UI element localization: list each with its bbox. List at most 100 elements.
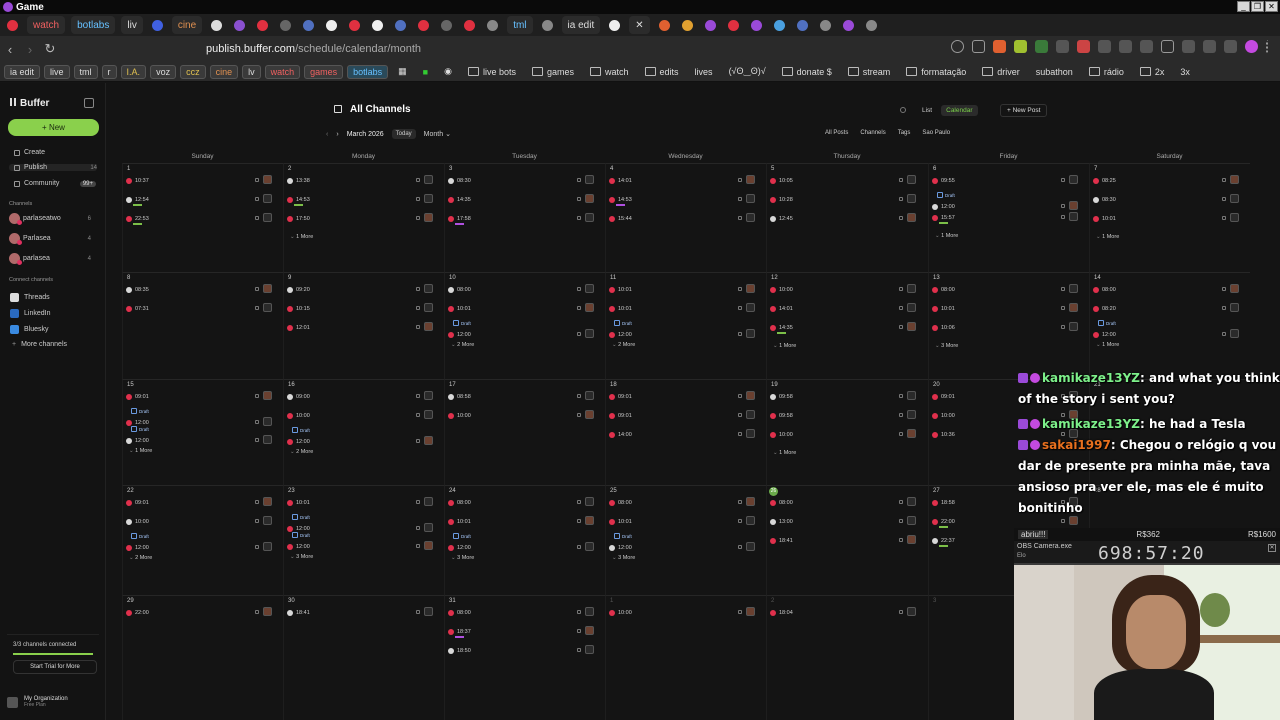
post-item[interactable]: 12:45: [770, 213, 918, 224]
zoom-icon[interactable]: [951, 40, 964, 53]
tab-favicon[interactable]: [725, 16, 742, 34]
post-item[interactable]: 18:04: [770, 607, 918, 618]
tab-favicon[interactable]: [863, 16, 880, 34]
post-item[interactable]: 12:00: [126, 435, 274, 446]
more-posts-link[interactable]: 3 More: [612, 555, 635, 561]
tab-favicon[interactable]: [656, 16, 673, 34]
extension-icon[interactable]: [1035, 40, 1048, 53]
today-button[interactable]: Today: [391, 129, 416, 139]
view-select[interactable]: Month ⌄: [424, 130, 451, 138]
post-item[interactable]: 12:01: [287, 322, 435, 333]
post-item[interactable]: 08:58: [448, 391, 596, 402]
tab-close-icon[interactable]: ✕: [629, 16, 650, 34]
day-cell[interactable]: 2310:01Draft12:00Draft12:003 More: [283, 485, 444, 595]
post-item[interactable]: 10:01: [932, 303, 1080, 314]
post-item[interactable]: 10:00: [770, 284, 918, 295]
tab-favicon[interactable]: [300, 16, 317, 34]
more-posts-link[interactable]: 2 More: [129, 555, 152, 561]
post-item[interactable]: 08:00: [770, 497, 918, 508]
extension-icon[interactable]: [1224, 40, 1237, 53]
post-item[interactable]: 18:41: [770, 535, 918, 546]
menu-icon[interactable]: [1266, 40, 1270, 53]
post-item[interactable]: 08:00: [448, 284, 596, 295]
day-cell[interactable]: 1509:01Draft12:00Draft12:001 More: [122, 379, 283, 485]
sidebar-icon[interactable]: [1161, 40, 1174, 53]
bookmark[interactable]: ccz: [180, 64, 206, 79]
url-field[interactable]: publish.buffer.com/schedule/calendar/mon…: [206, 43, 421, 55]
tab-cine[interactable]: cine: [171, 16, 203, 34]
post-item[interactable]: 10:01: [609, 303, 757, 314]
more-posts-link[interactable]: 1 More: [1096, 234, 1119, 240]
bookmark[interactable]: cine: [209, 64, 239, 79]
tab-favicon[interactable]: [277, 16, 294, 34]
bookmark-icon[interactable]: ◉: [438, 64, 458, 79]
extension-icon[interactable]: [1014, 40, 1027, 53]
bookmark[interactable]: watch: [264, 64, 301, 79]
more-channels-link[interactable]: + More channels: [12, 341, 94, 348]
day-cell[interactable]: 4 14:01 14:53 15:44: [605, 163, 766, 272]
post-item[interactable]: 08:00: [448, 497, 596, 508]
filter-posts[interactable]: All Posts: [825, 130, 848, 136]
post-item[interactable]: 14:00: [609, 429, 757, 440]
post-item[interactable]: 08:00: [448, 607, 596, 618]
post-item[interactable]: 08:35: [126, 284, 274, 295]
post-item[interactable]: 14:35: [448, 194, 596, 205]
next-month-icon[interactable]: ›: [336, 131, 338, 138]
bookmark-folder[interactable]: stream: [842, 65, 897, 79]
day-cell[interactable]: 29 22:00: [122, 595, 283, 720]
post-item[interactable]: 10:00: [287, 410, 435, 421]
tab-favicon[interactable]: [392, 16, 409, 34]
day-cell[interactable]: 30 18:41: [283, 595, 444, 720]
post-item[interactable]: 08:00: [932, 284, 1080, 295]
connect-threads[interactable]: Threads: [10, 293, 92, 302]
day-cell[interactable]: 2 13:38 14:53 17:50 1 More: [283, 163, 444, 272]
channel-item[interactable]: parlaseatwo 6: [9, 213, 91, 225]
day-cell[interactable]: 9 09:20 10:15 12:01: [283, 272, 444, 379]
bookmark[interactable]: I.A.: [120, 64, 147, 79]
filter-timezone[interactable]: Sao Paulo: [922, 130, 950, 136]
more-posts-link[interactable]: 2 More: [451, 342, 474, 348]
post-item[interactable]: 10:01: [609, 516, 757, 527]
sidebar-item-community[interactable]: Community 99+: [14, 180, 96, 187]
more-posts-link[interactable]: 3 More: [935, 343, 958, 349]
tab-favicon[interactable]: [369, 16, 386, 34]
bookmark[interactable]: r: [101, 64, 117, 79]
post-item[interactable]: 10:01: [1093, 213, 1241, 224]
sidebar-item-create[interactable]: Create: [14, 149, 96, 156]
tab-favicon[interactable]: [346, 16, 363, 34]
tab-watch[interactable]: watch: [27, 16, 66, 34]
day-cell[interactable]: 2 18:04: [766, 595, 928, 720]
post-item[interactable]: 10:01: [609, 284, 757, 295]
post-item[interactable]: 09:20: [287, 284, 435, 295]
post-item[interactable]: 09:00: [287, 391, 435, 402]
tab-favicon[interactable]: [794, 16, 811, 34]
post-item[interactable]: 09:01: [609, 391, 757, 402]
day-cell[interactable]: 1609:00 10:00 Draft 12:00 2 More: [283, 379, 444, 485]
apps-grid-icon[interactable]: ▦: [392, 64, 413, 79]
filter-tags[interactable]: Tags: [898, 130, 911, 136]
tab-favicon[interactable]: [254, 16, 271, 34]
post-item[interactable]: 10:00: [126, 516, 274, 527]
post-item[interactable]: 08:00: [609, 497, 757, 508]
bookmark[interactable]: ia edit: [4, 64, 41, 79]
post-item[interactable]: 10:15: [287, 303, 435, 314]
post-item[interactable]: 08:00: [1093, 284, 1241, 295]
day-cell[interactable]: 17 08:58 10:00: [444, 379, 605, 485]
day-cell[interactable]: 1408:00 08:20 Draft 12:00 1 More: [1089, 272, 1250, 379]
day-cell[interactable]: 31 08:00 18:37 18:50: [444, 595, 605, 720]
post-item[interactable]: 18:50: [448, 645, 596, 656]
post-item[interactable]: 08:30: [448, 175, 596, 186]
view-calendar-button[interactable]: Calendar: [941, 105, 978, 116]
post-item[interactable]: 08:25: [1093, 175, 1241, 186]
bookmark-folder[interactable]: edits: [639, 65, 685, 79]
forward-icon[interactable]: ›: [20, 42, 40, 57]
tab-favicon[interactable]: [438, 16, 455, 34]
day-cell[interactable]: 7 08:25 08:30 10:01 1 More: [1089, 163, 1250, 272]
connect-linkedin[interactable]: LinkedIn: [10, 309, 92, 318]
post-item[interactable]: 12:00: [126, 542, 274, 553]
post-item[interactable]: 13:38: [287, 175, 435, 186]
extension-icon[interactable]: [1077, 40, 1090, 53]
tab-tml[interactable]: tml: [507, 16, 533, 34]
post-item[interactable]: 12:00: [287, 541, 435, 552]
post-item[interactable]: 08:30: [1093, 194, 1241, 205]
